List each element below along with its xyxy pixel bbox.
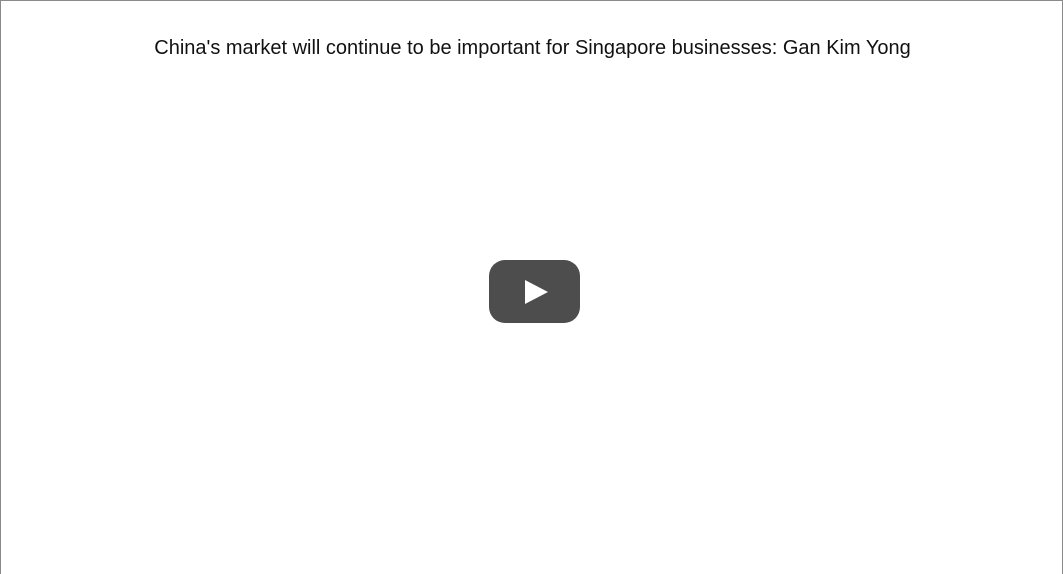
- video-player-frame[interactable]: China's market will continue to be impor…: [0, 0, 1063, 574]
- video-title[interactable]: China's market will continue to be impor…: [1, 34, 1063, 62]
- youtube-play-icon: [489, 260, 580, 323]
- play-button[interactable]: [489, 260, 580, 323]
